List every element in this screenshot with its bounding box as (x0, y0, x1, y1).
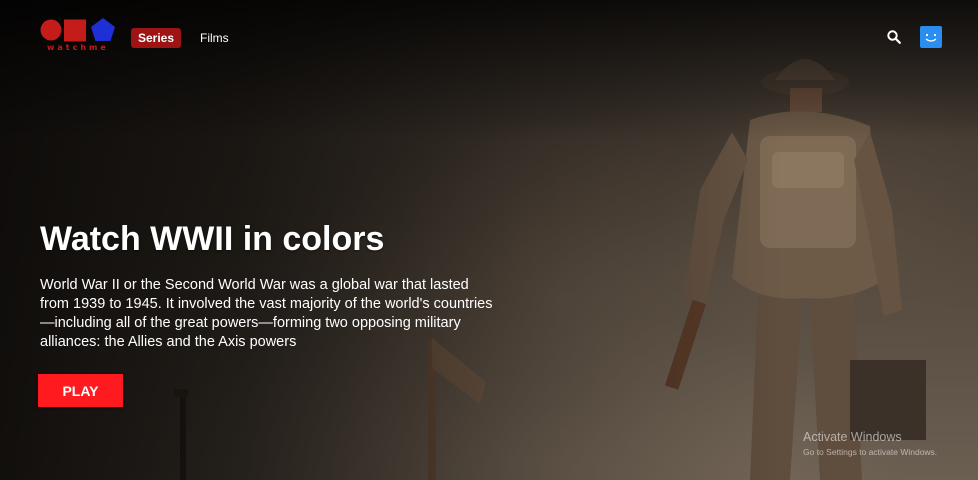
windows-activation-watermark: Activate Windows Go to Settings to activ… (803, 430, 937, 458)
watermark-subtitle: Go to Settings to activate Windows. (803, 447, 938, 457)
logo-pentagon-shape (91, 18, 115, 41)
play-button[interactable]: PLAY (38, 374, 123, 407)
nav-series-tab[interactable]: Series (131, 28, 182, 48)
profile-avatar[interactable] (920, 26, 942, 48)
logo-circle-shape (40, 19, 62, 41)
logo-square-shape (64, 19, 86, 42)
top-navigation: watchme Series Films (0, 0, 978, 72)
search-icon[interactable] (886, 29, 902, 45)
hero-title: Watch WWII in colors (40, 220, 385, 258)
hero-description: World War II or the Second World War was… (40, 277, 493, 350)
smiley-avatar-icon (925, 34, 937, 42)
nav-films-tab[interactable]: Films (200, 30, 229, 46)
watermark-title: Activate Windows (803, 430, 902, 444)
logo-wordmark: watchme (47, 43, 109, 52)
